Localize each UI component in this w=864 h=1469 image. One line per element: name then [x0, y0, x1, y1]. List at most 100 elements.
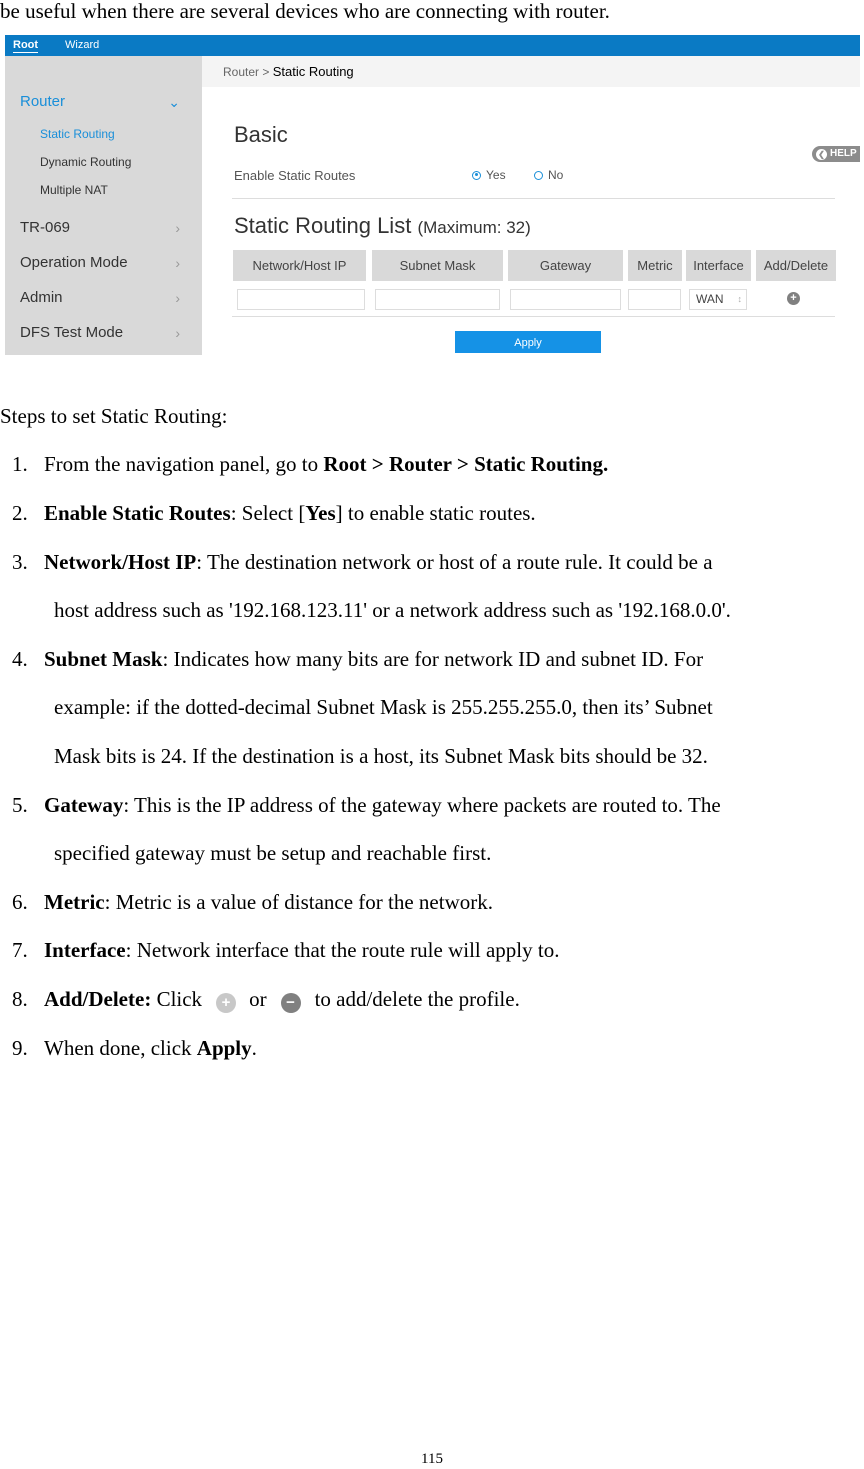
help-label: HELP — [830, 148, 857, 159]
sidebar-item-label: Operation Mode — [20, 254, 128, 271]
step-5: 5. Gateway: This is the IP address of the… — [12, 792, 721, 818]
step-7: 7. Interface: Network interface that the … — [12, 937, 559, 963]
sidebar-subitem-dynamic-routing[interactable]: Dynamic Routing — [40, 155, 131, 169]
enable-static-routes-label: Enable Static Routes — [234, 168, 356, 183]
sidebar-item-router[interactable]: Router ⌄ — [20, 93, 180, 111]
help-button[interactable]: ❮ HELP — [812, 146, 860, 162]
plus-circle-icon: + — [216, 993, 237, 1013]
step-4-continuation: example: if the dotted-decimal Subnet Ma… — [54, 695, 713, 719]
step-number: 2. — [12, 501, 28, 525]
column-header-metric: Metric — [628, 250, 682, 281]
step-text: : Metric is a value of distance for the … — [104, 890, 493, 914]
sidebar-item-operation-mode[interactable]: Operation Mode › — [20, 254, 180, 272]
step-text: to add/delete the profile. — [314, 987, 520, 1011]
step-bold: Yes — [305, 501, 336, 525]
sidebar-item-tr069[interactable]: TR-069 › — [20, 219, 180, 237]
sidebar-item-label: TR-069 — [20, 219, 71, 236]
step-bold: Root > Router > Static Routing. — [323, 452, 609, 476]
step-text: or — [249, 987, 267, 1011]
step-number: 3. — [12, 550, 28, 574]
section-title-basic: Basic — [234, 122, 288, 147]
step-text: : The destination network or host of a r… — [196, 550, 713, 574]
breadcrumb: Router > Static Routing — [223, 64, 354, 79]
breadcrumb-separator: > — [262, 65, 270, 79]
step-text: : Indicates how many bits are for networ… — [162, 647, 704, 671]
top-nav: Root Wizard — [5, 35, 860, 56]
minus-circle-icon: − — [280, 993, 301, 1013]
list-max-label: (Maximum: 32) — [417, 218, 531, 237]
sidebar-subitem-static-routing[interactable]: Static Routing — [40, 127, 115, 141]
step-3-continuation: host address such as '192.168.123.11' or… — [54, 598, 731, 622]
step-text: ] to enable static routes. — [335, 501, 536, 525]
step-number: 8. — [12, 987, 28, 1011]
column-header-subnet-mask: Subnet Mask — [372, 250, 503, 281]
breadcrumb-bar: Router > Static Routing — [202, 56, 860, 87]
step-5-continuation: specified gateway must be setup and reac… — [54, 841, 492, 865]
step-number: 5. — [12, 793, 28, 817]
add-row-button[interactable]: + — [787, 292, 800, 305]
metric-input[interactable] — [628, 289, 681, 310]
gateway-input[interactable] — [510, 289, 621, 310]
step-4: 4. Subnet Mask: Indicates how many bits a… — [12, 646, 703, 672]
interface-select[interactable]: WAN ↕ — [689, 289, 747, 310]
column-header-network-ip: Network/Host IP — [233, 250, 366, 281]
chevron-left-icon: ❮ — [816, 149, 827, 160]
step-bold: Subnet Mask — [44, 647, 163, 671]
sidebar-item-dfs-test-mode[interactable]: DFS Test Mode › — [20, 324, 180, 342]
breadcrumb-parent[interactable]: Router — [223, 65, 259, 79]
network-ip-input[interactable] — [237, 289, 365, 310]
sidebar-subitem-multiple-nat[interactable]: Multiple NAT — [40, 183, 108, 197]
column-header-add-delete: Add/Delete — [756, 250, 836, 281]
tab-wizard[interactable]: Wizard — [65, 38, 99, 52]
select-arrows-icon: ↕ — [737, 294, 743, 304]
step-text: From the navigation panel, go to — [44, 452, 324, 476]
radio-no[interactable]: No — [534, 168, 563, 182]
step-bold: Apply — [196, 1036, 252, 1060]
apply-button[interactable]: Apply — [455, 331, 601, 353]
radio-yes[interactable]: Yes — [472, 168, 506, 182]
step-text: When done, click — [44, 1036, 197, 1060]
sidebar-item-admin[interactable]: Admin › — [20, 289, 180, 307]
subnet-mask-input[interactable] — [375, 289, 500, 310]
step-2: 2. Enable Static Routes: Select [Yes] to … — [12, 500, 536, 526]
step-6: 6. Metric: Metric is a value of distance … — [12, 889, 493, 915]
step-bold: Add/Delete: — [44, 987, 152, 1011]
step-9: 9. When done, click Apply. — [12, 1035, 257, 1061]
step-text: Click — [151, 987, 203, 1011]
column-header-interface: Interface — [686, 250, 751, 281]
step-number: 4. — [12, 647, 28, 671]
divider — [232, 198, 835, 199]
radio-unchecked-icon[interactable] — [534, 170, 543, 180]
steps-title: Steps to set Static Routing: — [0, 404, 228, 428]
step-number: 9. — [12, 1036, 28, 1060]
step-3: 3. Network/Host IP: The destination netwo… — [12, 549, 713, 575]
radio-checked-icon[interactable] — [472, 170, 481, 180]
tab-root[interactable]: Root — [13, 38, 39, 53]
chevron-right-icon: › — [175, 325, 180, 341]
step-4-continuation: Mask bits is 24. If the destination is a… — [54, 744, 708, 768]
chevron-right-icon: › — [175, 255, 180, 271]
sidebar-item-label: DFS Test Mode — [20, 324, 124, 341]
intro-text: be useful when there are several devices… — [0, 0, 610, 23]
step-bold: Gateway — [44, 793, 124, 817]
page-number: 115 — [421, 1451, 443, 1467]
sidebar-item-label: Router — [20, 93, 66, 110]
step-text: . — [251, 1036, 257, 1060]
step-text: : Select [ — [230, 501, 306, 525]
radio-no-label: No — [548, 168, 564, 182]
step-text: : Network interface that the route rule … — [125, 938, 560, 962]
step-bold: Enable Static Routes — [44, 501, 231, 525]
chevron-right-icon: › — [175, 220, 180, 236]
step-number: 6. — [12, 890, 28, 914]
column-header-gateway: Gateway — [508, 250, 623, 281]
step-bold: Network/Host IP — [44, 550, 197, 574]
radio-yes-label: Yes — [486, 168, 506, 182]
breadcrumb-current: Static Routing — [272, 64, 354, 79]
step-8: 8. Add/Delete: Click + or − to add/delete the… — [12, 986, 520, 1013]
step-number: 7. — [12, 938, 28, 962]
sidebar: Router ⌄ Static Routing Dynamic Routing … — [5, 56, 202, 355]
section-title-static-routing-list: Static Routing List (Maximum: 32) — [234, 213, 531, 239]
step-bold: Interface — [44, 938, 126, 962]
plus-icon: + — [790, 292, 797, 304]
divider — [232, 316, 835, 317]
